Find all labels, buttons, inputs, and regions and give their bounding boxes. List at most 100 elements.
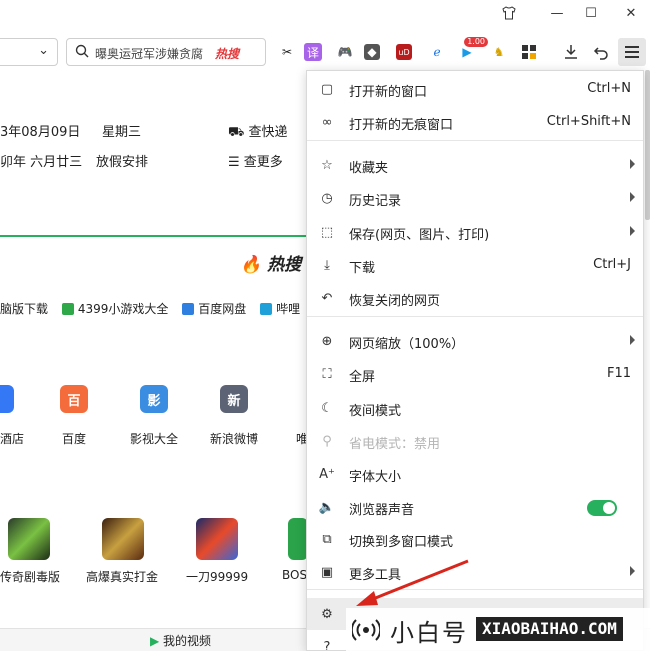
menu-item-label: 省电模式：禁用 — [349, 437, 441, 452]
translate-icon[interactable]: 译 — [304, 43, 322, 61]
tv-icon — [260, 303, 273, 315]
toolbar: ⌄ 曝奥运冠军涉嫌贪腐 热搜 ✂ 译 🎮 ◆ uD ℯ ▶ 1.00 ♞ — [0, 37, 650, 68]
maximize-button[interactable]: ☐ — [576, 0, 606, 26]
shield-ext-icon[interactable]: ◆ — [364, 44, 380, 60]
menu-item-power-save: ⚲ 省电模式：禁用 — [307, 425, 643, 457]
history-icon: ◷ — [321, 190, 333, 206]
close-button[interactable]: ✕ — [616, 0, 646, 26]
page-scrollbar[interactable] — [645, 70, 650, 220]
minimize-button[interactable]: — — [542, 0, 572, 26]
list-icon: ☰ — [228, 155, 244, 170]
nav-link[interactable]: 脑版下载 — [0, 302, 48, 316]
app-label: 影视大全 — [130, 432, 179, 446]
app-tile-hotel[interactable] — [0, 385, 14, 413]
menu-item-shortcut: Ctrl+Shift+N — [546, 114, 631, 129]
date-text: 3年08月09日 — [0, 125, 81, 140]
express-label: 查快递 — [248, 125, 288, 140]
menu-item-shortcut: Ctrl+N — [587, 81, 631, 96]
submenu-arrow-icon — [630, 159, 635, 169]
nav-link[interactable]: 哔哩 — [260, 302, 300, 316]
menu-item-fullscreen[interactable]: ⛶ 全屏 F11 — [307, 358, 643, 390]
search-icon — [75, 44, 89, 58]
more-label: 查更多 — [243, 155, 283, 170]
puzzle-ext-icon[interactable]: ♞ — [488, 41, 510, 63]
game-label: 传奇剧毒版 — [0, 570, 61, 584]
nav-links: 脑版下载 4399小游戏大全 百度网盘 哔哩 — [0, 300, 310, 317]
menu-item-new-window[interactable]: ▢ 打开新的窗口 Ctrl+N — [307, 73, 643, 105]
menu-item-shortcut: Ctrl+J — [593, 257, 631, 272]
address-dropdown[interactable]: ⌄ — [0, 38, 58, 66]
app-tile-baidu[interactable]: 百 — [60, 385, 88, 413]
more-link[interactable]: ☰ 查更多 — [228, 151, 283, 170]
app-label: 百度 — [62, 432, 87, 446]
menu-item-font-size[interactable]: A⁺ 字体大小 — [307, 458, 643, 490]
menu-item-label: 保存(网页、图片、打印) — [349, 228, 490, 243]
express-link[interactable]: ⛟ 查快递 — [228, 121, 288, 142]
menu-item-download[interactable]: ⤓ 下载 Ctrl+J — [307, 249, 643, 281]
search-suggestion: 曝奥运冠军涉嫌贪腐 — [95, 47, 204, 61]
game-thumb[interactable] — [8, 518, 50, 560]
grid-icon — [61, 303, 74, 315]
save-icon: ⬚ — [320, 224, 334, 240]
power-save-icon: ⚲ — [322, 433, 332, 449]
menu-item-label: 浏览器声音 — [349, 503, 415, 518]
menu-item-night-mode[interactable]: ☾ 夜间模式 — [307, 392, 643, 424]
menu-item-star[interactable]: ☆ 收藏夹 — [307, 149, 643, 181]
apps-grid-icon[interactable] — [518, 41, 540, 63]
ie-icon[interactable]: ℯ — [426, 41, 448, 63]
menu-item-label: 切换到多窗口模式 — [349, 535, 454, 550]
app-label: 新浪微博 — [210, 432, 259, 446]
hot-search-title[interactable]: 🔥 热搜 — [240, 250, 301, 275]
menu-item-restore[interactable]: ↶ 恢复关闭的网页 — [307, 282, 643, 314]
menu-item-label: 打开新的窗口 — [349, 85, 428, 100]
submenu-arrow-icon — [630, 335, 635, 345]
paw-icon — [182, 303, 195, 315]
watermark: 小白号 XIAOBAIHAO.COM — [346, 608, 650, 651]
badge-count: 1.00 — [464, 37, 488, 47]
tshirt-icon[interactable] — [494, 0, 524, 26]
fullscreen-icon: ⛶ — [322, 366, 332, 382]
scissors-icon[interactable]: ✂ — [276, 41, 298, 63]
game-thumb[interactable] — [102, 518, 144, 560]
app-tile-sina[interactable]: 新 — [220, 385, 248, 413]
title-bar: — ☐ ✕ — [0, 0, 650, 26]
red-arrow-annotation — [356, 559, 469, 606]
submenu-arrow-icon — [630, 192, 635, 202]
hot-search-text: 热搜 — [267, 255, 302, 275]
game-icon[interactable]: 🎮 — [334, 41, 356, 63]
download-toolbar-icon[interactable] — [560, 41, 582, 63]
menu-item-multi-window[interactable]: ⧉ 切换到多窗口模式 — [307, 523, 643, 555]
star-icon: ☆ — [321, 157, 333, 173]
submenu-arrow-icon — [630, 226, 635, 236]
incognito-icon: ∞ — [321, 114, 333, 130]
restore-icon: ↶ — [321, 290, 333, 306]
app-tile-video[interactable]: 影 — [140, 385, 168, 413]
video-ext-icon[interactable]: ▶ 1.00 — [456, 37, 488, 63]
menu-item-sound[interactable]: 🔈 浏览器声音 — [307, 491, 643, 523]
chevron-down-icon: ⌄ — [38, 43, 49, 58]
nav-link[interactable]: 4399小游戏大全 — [61, 302, 168, 316]
menu-item-incognito[interactable]: ∞ 打开新的无痕窗口 Ctrl+Shift+N — [307, 106, 643, 138]
watermark-en: XIAOBAIHAO.COM — [476, 617, 623, 641]
menu-item-label: 恢复关闭的网页 — [349, 294, 441, 309]
search-input[interactable]: 曝奥运冠军涉嫌贪腐 热搜 — [66, 38, 266, 66]
menu-item-zoom[interactable]: ⊕ 网页缩放（100%） — [307, 325, 643, 357]
holiday-link[interactable]: 放假安排 — [96, 151, 148, 170]
game-thumb[interactable] — [196, 518, 238, 560]
nav-link[interactable]: 百度网盘 — [182, 302, 246, 316]
my-video-link[interactable]: ▶ 我的视频 — [150, 632, 211, 649]
menu-item-history[interactable]: ◷ 历史记录 — [307, 182, 643, 214]
main-menu-button[interactable] — [618, 38, 646, 66]
signal-logo-icon — [352, 619, 380, 641]
game-thumb[interactable] — [288, 518, 308, 560]
menu-item-save[interactable]: ⬚ 保存(网页、图片、打印) — [307, 216, 643, 248]
ublock-icon[interactable]: uD — [396, 44, 412, 60]
lunar-text: 卯年 六月廿三 — [0, 155, 83, 170]
truck-icon: ⛟ — [228, 125, 249, 140]
menu-separator — [307, 316, 643, 317]
menu-item-label: 收藏夹 — [349, 161, 389, 176]
undo-icon[interactable] — [590, 41, 612, 63]
fire-icon: 🔥 — [240, 255, 262, 275]
sound-toggle[interactable] — [587, 500, 617, 516]
hot-search-label[interactable]: 热搜 — [215, 45, 239, 62]
